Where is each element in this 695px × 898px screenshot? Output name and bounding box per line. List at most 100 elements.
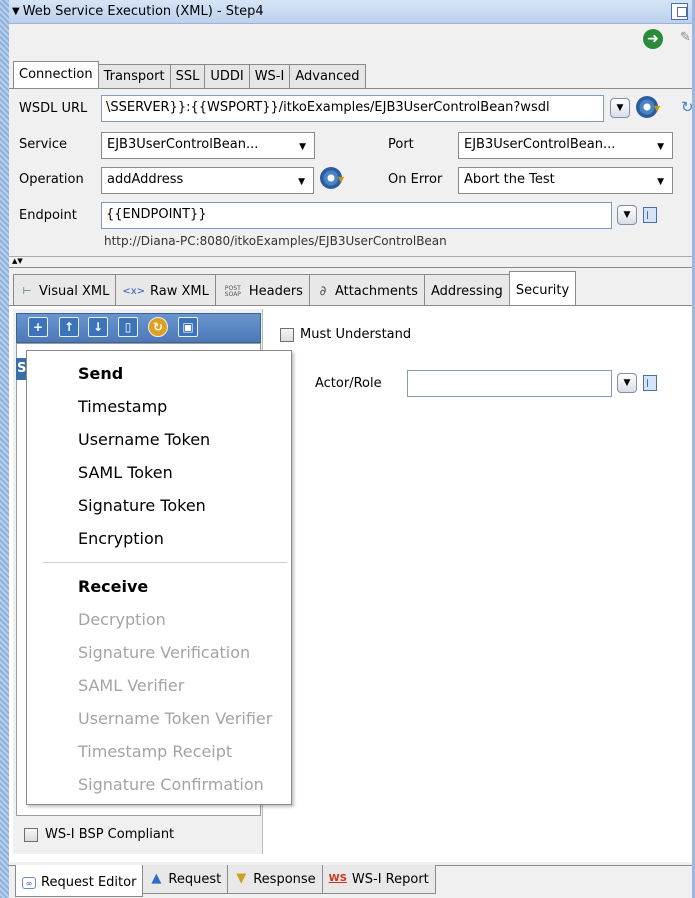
actor-role-label: Actor/Role — [315, 376, 382, 391]
menu-item-signature-verification: Signature Verification — [78, 643, 251, 662]
endpoint-input[interactable]: {{ENDPOINT}} — [101, 202, 612, 229]
move-up-icon[interactable]: ↑ — [59, 317, 79, 337]
menu-item-timestamp-receipt: Timestamp Receipt — [78, 742, 233, 761]
operation-select[interactable]: addAddress ▼ — [101, 167, 314, 194]
tab-ws-i[interactable]: WS-I — [248, 64, 291, 89]
port-value: EJB3UserControlBean... — [464, 137, 616, 152]
add-security-menu: Send Timestamp Username Token SAML Token… — [26, 350, 292, 805]
move-down-icon[interactable]: ↓ — [88, 317, 108, 337]
gear-icon[interactable] — [636, 96, 660, 118]
port-select[interactable]: EJB3UserControlBean... ▼ — [458, 132, 673, 159]
chevron-down-icon: ▼ — [657, 142, 664, 152]
tab-uddi[interactable]: UDDI — [204, 64, 250, 89]
split-divider[interactable]: ▲▼ — [9, 256, 692, 268]
on-error-value: Abort the Test — [464, 172, 555, 187]
menu-item-timestamp[interactable]: Timestamp — [78, 397, 167, 416]
window-title: Web Service Execution (XML) - Step4 — [22, 4, 264, 19]
copy-icon[interactable] — [643, 375, 657, 391]
must-understand-checkbox[interactable] — [280, 328, 294, 342]
actor-role-dropdown-icon[interactable]: ▼ — [617, 373, 637, 393]
tab-advanced[interactable]: Advanced — [289, 64, 366, 89]
tab-security[interactable]: Security — [508, 271, 577, 306]
menu-item-signature-token[interactable]: Signature Token — [78, 496, 206, 515]
on-error-select[interactable]: Abort the Test ▼ — [458, 167, 673, 194]
down-arrow-icon: ▼ — [236, 871, 247, 886]
tab-divider — [9, 88, 692, 89]
refresh-wsdl-icon[interactable]: ↻ — [681, 98, 692, 118]
menu-header-receive: Receive — [78, 577, 149, 596]
tab-raw-xml-label: Raw XML — [150, 284, 209, 299]
tab-attachments[interactable]: ∂ Attachments — [308, 274, 425, 306]
chevron-down-icon: ▼ — [298, 177, 305, 187]
tab-transport[interactable]: Transport — [97, 64, 171, 89]
list-item-selected[interactable]: S — [16, 358, 26, 380]
actor-role-input[interactable] — [407, 370, 612, 397]
tab-addressing[interactable]: Addressing — [423, 274, 510, 306]
tab-headers[interactable]: POST SOAP Headers — [214, 274, 310, 306]
tab-ssl[interactable]: SSL — [169, 64, 206, 89]
maximize-icon[interactable] — [671, 3, 688, 20]
menu-item-signature-confirmation: Signature Confirmation — [78, 775, 264, 794]
refresh-icon[interactable]: ↻ — [148, 317, 168, 337]
port-label: Port — [388, 137, 414, 152]
tab-headers-label: Headers — [248, 284, 303, 299]
gear-icon[interactable] — [320, 167, 344, 189]
xml-tag-icon: <x> — [122, 285, 145, 297]
request-tab-bar: ⊢ Visual XML <x> Raw XML POST SOAP Heade… — [13, 271, 577, 306]
service-value: EJB3UserControlBean... — [107, 137, 259, 152]
wsi-bsp-checkbox[interactable] — [24, 828, 38, 842]
wsdl-url-input[interactable]: \SSERVER}}:{{WSPORT}}/itkoExamples/EJB3U… — [101, 95, 604, 122]
tab-request-label: Request — [168, 871, 222, 887]
endpoint-label: Endpoint — [19, 208, 77, 223]
security-toolbar — [16, 313, 261, 343]
menu-separator — [43, 562, 287, 563]
tree-icon: ⊢ — [22, 285, 32, 297]
service-select[interactable]: EJB3UserControlBean... ▼ — [101, 132, 315, 159]
operation-label: Operation — [19, 172, 84, 187]
bottom-tab-bar: ∞ Request Editor ▲ Request ▼ Response WS… — [15, 865, 436, 897]
endpoint-resolved-text: http://Diana-PC:8080/itkoExamples/EJB3Us… — [104, 234, 447, 248]
menu-item-username-token-verifier: Username Token Verifier — [78, 709, 273, 728]
top-tab-bar: Connection Transport SSL UDDI WS-I Advan… — [13, 61, 366, 89]
tab-wsi-report[interactable]: WS WS-I Report — [321, 865, 436, 894]
tab-wsi-report-label: WS-I Report — [351, 871, 429, 887]
tab-attachments-label: Attachments — [334, 284, 418, 299]
delete-icon[interactable]: ▯ — [118, 317, 138, 337]
post-soap-icon: POST SOAP — [224, 284, 241, 298]
chevron-down-icon: ▼ — [657, 177, 664, 187]
operation-value: addAddress — [107, 172, 184, 187]
menu-item-saml-token[interactable]: SAML Token — [78, 463, 173, 482]
up-arrow-icon: ▲ — [151, 871, 162, 886]
wsdl-dropdown-icon[interactable]: ▼ — [610, 98, 630, 118]
save-icon[interactable]: ▣ — [178, 317, 198, 337]
paperclip-icon: ∂ — [319, 283, 327, 299]
tab-response-label: Response — [253, 871, 316, 887]
tab-request-editor[interactable]: ∞ Request Editor — [15, 865, 144, 897]
menu-header-send: Send — [78, 364, 124, 383]
tab-request-editor-label: Request Editor — [41, 875, 137, 890]
menu-item-saml-verifier: SAML Verifier — [78, 676, 185, 695]
go-icon[interactable]: ➜ — [643, 29, 663, 49]
menu-item-decryption: Decryption — [78, 610, 166, 629]
chevron-down-icon: ▼ — [299, 142, 306, 152]
title-bar[interactable]: ▼ Web Service Execution (XML) - Step4 — [9, 0, 692, 24]
editor-icon: ∞ — [22, 876, 36, 889]
tab-raw-xml[interactable]: <x> Raw XML — [115, 274, 216, 306]
menu-item-username-token[interactable]: Username Token — [78, 430, 210, 449]
tab-response[interactable]: ▼ Response — [227, 865, 323, 894]
ws-report-icon: WS — [328, 873, 347, 884]
wrench-icon[interactable]: ✎ — [680, 30, 694, 48]
menu-item-encryption[interactable]: Encryption — [78, 529, 164, 548]
service-label: Service — [19, 137, 68, 152]
collapse-triangle-icon[interactable]: ▼ — [12, 6, 20, 17]
tab-request[interactable]: ▲ Request — [142, 865, 229, 894]
on-error-label: On Error — [388, 172, 443, 187]
wsi-bsp-label: WS-I BSP Compliant — [45, 827, 175, 842]
tab-visual-xml-label: Visual XML — [39, 284, 110, 299]
tab-connection[interactable]: Connection — [13, 61, 99, 89]
window-border-left — [0, 0, 9, 898]
copy-icon[interactable] — [643, 207, 657, 223]
tab-visual-xml[interactable]: ⊢ Visual XML — [13, 274, 117, 306]
add-icon[interactable]: + — [28, 317, 48, 337]
endpoint-dropdown-icon[interactable]: ▼ — [617, 205, 637, 225]
